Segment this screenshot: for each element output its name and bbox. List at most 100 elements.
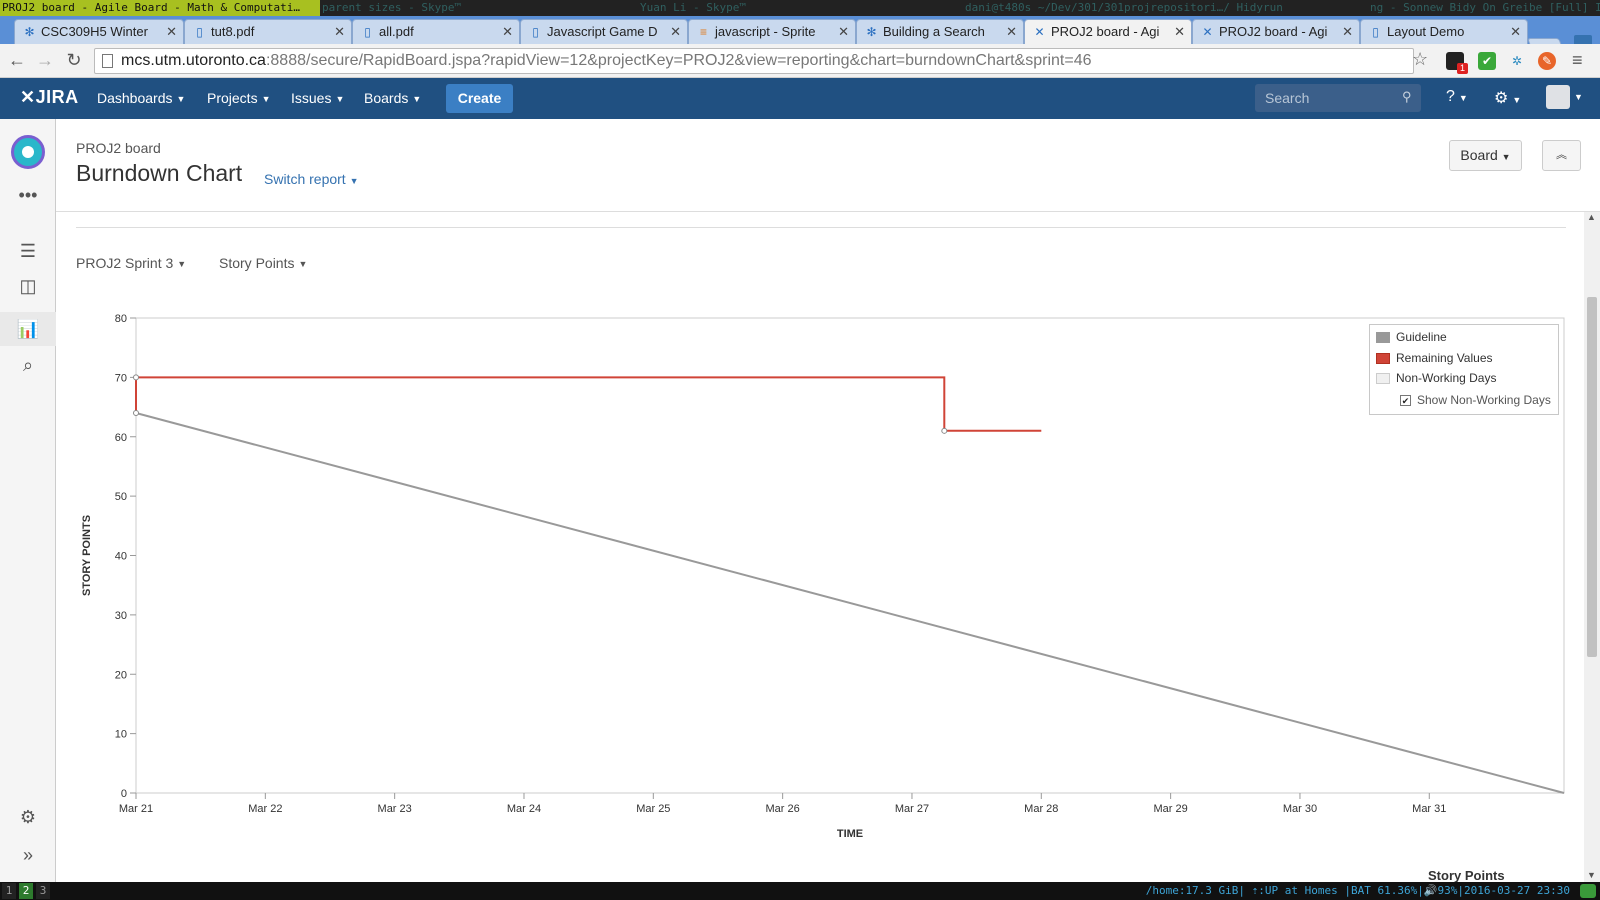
y-axis-title: STORY POINTS [81, 515, 93, 596]
jira-header: ✕JIRA Dashboards ▼ Projects ▼ Issues ▼ Boar… [0, 78, 1600, 119]
browser-tab[interactable]: ▯ tut8.pdf ✕ [184, 19, 352, 44]
board-dropdown-button[interactable]: Board ▼ [1449, 140, 1522, 171]
close-icon[interactable]: ✕ [1510, 20, 1521, 44]
workspace-1[interactable]: 1 [2, 883, 16, 899]
issues-search-icon[interactable]: ⌕ [16, 353, 40, 377]
browser-tab[interactable]: ✻ CSC309H5 Winter ✕ [14, 19, 184, 44]
show-non-working-days-checkbox[interactable]: ✔ Show Non-Working Days [1400, 392, 1551, 408]
close-icon[interactable]: ✕ [1174, 20, 1185, 44]
nav-issues[interactable]: Issues ▼ [291, 90, 344, 106]
browser-tab[interactable]: ✻ Building a Search ✕ [856, 19, 1024, 44]
browser-tab[interactable]: ≡ javascript - Sprite ✕ [688, 19, 856, 44]
system-status-bar: 1 2 3 /home:17.3 GiB| ⇡:UP at Homes |BAT… [0, 882, 1600, 900]
nav-dashboards[interactable]: Dashboards ▼ [97, 90, 185, 106]
browser-tab-active[interactable]: ✕ PROJ2 board - Agi ✕ [1024, 19, 1192, 44]
document-icon: ▯ [196, 25, 203, 39]
data-point-remaining-values [133, 374, 139, 381]
caret-down-icon: ▼ [298, 259, 308, 270]
network-extension-icon[interactable]: ✲ [1508, 52, 1526, 70]
jira-logo[interactable]: ✕JIRA [20, 87, 79, 108]
collapse-header-button[interactable]: ︽ [1542, 140, 1581, 171]
close-icon[interactable]: ✕ [166, 20, 177, 44]
close-icon[interactable]: ✕ [334, 20, 345, 44]
close-icon[interactable]: ✕ [1006, 20, 1017, 44]
browser-tab[interactable]: ▯ Javascript Game D ✕ [520, 19, 688, 44]
browser-menu-icon[interactable]: ≡ [1572, 50, 1583, 71]
project-sidebar: ••• ☰ ◫ 📊 ⌕ ⚙ » [0, 119, 56, 882]
sprint-select[interactable]: PROJ2 Sprint 3 ▼ [76, 255, 186, 271]
browser-tab[interactable]: ▯ all.pdf ✕ [352, 19, 520, 44]
settings-gear-icon[interactable]: ⚙ [16, 805, 40, 829]
scroll-thumb[interactable] [1587, 297, 1597, 657]
content-divider [76, 227, 1566, 228]
breadcrumb[interactable]: PROJ2 board [76, 140, 161, 156]
user-avatar[interactable] [1546, 85, 1570, 109]
settings-gear-icon[interactable]: ⚙ ▼ [1494, 88, 1521, 108]
tab-title: all.pdf [379, 24, 414, 39]
wm-window-title[interactable]: ng - Sonnew Bidy On Greibe [Full] IR [1370, 0, 1600, 16]
y-tick-label: 20 [115, 669, 127, 681]
nav-boards[interactable]: Boards ▼ [364, 90, 421, 106]
search-input[interactable]: Search [1255, 84, 1421, 112]
browser-tab[interactable]: ▯ Layout Demo ✕ [1360, 19, 1528, 44]
chevron-up-icon: ︽ [1556, 149, 1567, 161]
reload-icon[interactable]: ↻ [63, 49, 85, 71]
wm-window-title[interactable]: parent sizes - Skype™ [322, 0, 461, 16]
forward-icon[interactable]: → [34, 49, 56, 71]
address-bar[interactable]: mcs.utm.utoronto.ca:8888/secure/RapidBoa… [94, 48, 1414, 74]
close-icon[interactable]: ✕ [502, 20, 513, 44]
legend-item-remaining[interactable]: Remaining Values [1376, 350, 1493, 366]
bookmark-star-icon[interactable]: ☆ [1412, 49, 1428, 70]
close-icon[interactable]: ✕ [1342, 20, 1353, 44]
wm-window-title[interactable]: dani@t480s ~/Dev/301/301projrepositori…/… [965, 0, 1283, 16]
url-path: :8888/secure/RapidBoard.jspa?rapidView=1… [265, 52, 1092, 69]
expand-sidebar-icon[interactable]: » [16, 843, 40, 867]
x-tick-label: Mar 31 [1412, 803, 1446, 815]
url-host: mcs.utm.utoronto.ca [121, 52, 266, 69]
legend-item-non-working[interactable]: Non-Working Days [1376, 370, 1496, 386]
checkmark-extension-icon[interactable]: ✔ [1478, 52, 1496, 70]
legend-item-guideline[interactable]: Guideline [1376, 329, 1447, 345]
document-icon: ▯ [1372, 25, 1379, 39]
close-icon[interactable]: ✕ [670, 20, 681, 44]
x-tick-label: Mar 25 [636, 803, 670, 815]
backlog-icon[interactable]: ☰ [16, 239, 40, 263]
browser-tab-strip: ✻ CSC309H5 Winter ✕ ▯ tut8.pdf ✕ ▯ all.p… [0, 16, 1600, 55]
workspace-2[interactable]: 2 [19, 883, 33, 899]
caret-down-icon[interactable]: ▼ [1574, 92, 1583, 102]
scroll-down-icon[interactable]: ▼ [1587, 870, 1596, 880]
active-sprints-icon[interactable]: ◫ [16, 274, 40, 298]
x-tick-label: Mar 29 [1154, 803, 1188, 815]
tray-icon[interactable] [1580, 884, 1596, 898]
caret-down-icon: ▼ [335, 94, 345, 105]
close-icon[interactable]: ✕ [838, 20, 849, 44]
extension-icon[interactable]: 1 [1446, 52, 1468, 74]
scroll-up-icon[interactable]: ▲ [1587, 212, 1596, 222]
x-tick-label: Mar 22 [248, 803, 282, 815]
x-tick-label: Mar 23 [378, 803, 412, 815]
checkbox-checked-icon[interactable]: ✔ [1400, 395, 1411, 407]
more-icon[interactable]: ••• [16, 183, 40, 207]
x-tick-label: Mar 27 [895, 803, 929, 815]
back-icon[interactable]: ← [6, 49, 28, 71]
project-avatar[interactable] [11, 135, 45, 169]
tab-title: tut8.pdf [211, 24, 255, 39]
browser-tab[interactable]: ✕ PROJ2 board - Agi ✕ [1192, 19, 1360, 44]
wm-active-window-title[interactable]: PROJ2 board - Agile Board - Math & Compu… [0, 0, 320, 16]
search-icon[interactable]: ⚲ [1402, 89, 1412, 105]
tab-title: CSC309H5 Winter [41, 24, 148, 39]
scrollbar[interactable]: ▲ ▼ [1584, 212, 1600, 882]
tab-title: Building a Search [883, 24, 985, 39]
x-tick-label: Mar 24 [507, 803, 541, 815]
estimate-select[interactable]: Story Points ▼ [219, 255, 307, 271]
extension-icon[interactable]: ✎ [1538, 52, 1556, 70]
y-tick-label: 0 [121, 788, 127, 800]
workspace-3[interactable]: 3 [36, 883, 50, 899]
help-icon[interactable]: ? ▼ [1446, 88, 1468, 106]
switch-report-dropdown[interactable]: Switch report ▼ [264, 171, 359, 187]
nav-projects[interactable]: Projects ▼ [207, 90, 271, 106]
wm-window-title[interactable]: Yuan Li - Skype™ [640, 0, 746, 16]
story-points-heading: Story Points [1428, 868, 1505, 883]
reports-icon[interactable]: 📊 [16, 317, 40, 341]
create-button[interactable]: Create [446, 84, 513, 113]
